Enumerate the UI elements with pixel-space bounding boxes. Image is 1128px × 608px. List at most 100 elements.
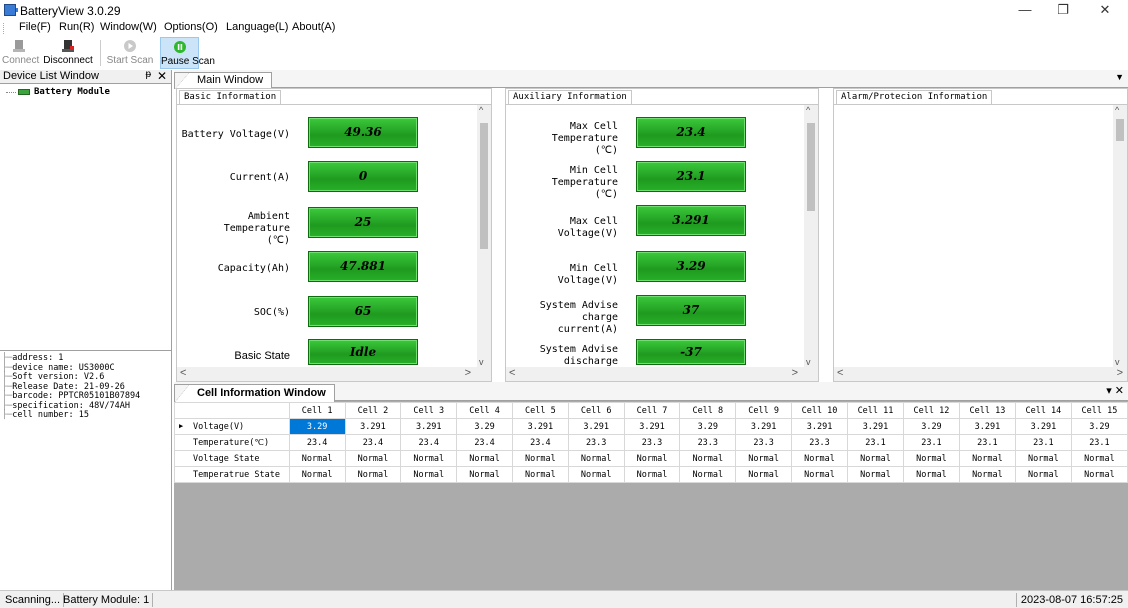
table-cell[interactable]: Normal (1014, 450, 1072, 467)
menu-window[interactable]: Window(W) (100, 21, 157, 33)
scroll-thumb[interactable] (1116, 119, 1124, 141)
table-cell[interactable]: 3.291 (567, 418, 625, 435)
table-row-temperature-state[interactable]: Temperatrue State Normal Normal Normal N… (174, 466, 1128, 483)
table-cell[interactable]: 23.3 (623, 434, 681, 451)
column-header[interactable]: Cell 1 (288, 402, 346, 419)
table-cell[interactable]: 23.3 (567, 434, 625, 451)
scroll-up-icon[interactable]: ^ (1115, 105, 1119, 115)
maximize-button[interactable]: ❐ (1046, 0, 1080, 20)
table-cell[interactable]: Normal (456, 450, 513, 467)
scroll-up-icon[interactable]: ^ (479, 105, 483, 115)
row-header[interactable]: Temperature(℃) (174, 434, 290, 451)
table-cell[interactable]: 23.3 (735, 434, 793, 451)
scroll-down-icon[interactable]: v (479, 357, 484, 367)
column-header[interactable]: Cell 3 (400, 402, 458, 419)
table-cell[interactable]: Normal (511, 450, 569, 467)
table-cell[interactable]: 3.291 (344, 418, 402, 435)
table-cell[interactable]: Normal (847, 450, 904, 467)
column-header[interactable]: Cell 15 (1070, 402, 1128, 419)
scroll-down-icon[interactable]: v (1115, 357, 1120, 367)
table-cell[interactable]: 3.291 (1014, 418, 1072, 435)
table-cell[interactable]: 23.4 (400, 434, 458, 451)
scroll-thumb[interactable] (807, 123, 815, 211)
table-cell[interactable]: Normal (623, 466, 681, 483)
table-cell[interactable]: Normal (1070, 466, 1128, 483)
table-cell[interactable]: Normal (288, 450, 346, 467)
table-cell[interactable]: 3.29 (456, 418, 513, 435)
table-cell[interactable]: Normal (400, 450, 458, 467)
menu-run[interactable]: Run(R) (59, 21, 94, 33)
scroll-left-icon[interactable]: < (509, 367, 515, 379)
table-cell[interactable]: Normal (456, 466, 513, 483)
table-cell[interactable]: Normal (344, 450, 402, 467)
menu-language[interactable]: Language(L) (226, 21, 288, 33)
table-cell[interactable]: Normal (791, 466, 848, 483)
pause-scan-button[interactable]: Pause Scan (160, 37, 215, 69)
table-cell[interactable]: 3.291 (400, 418, 458, 435)
column-header[interactable]: Cell 5 (511, 402, 569, 419)
tab-auxiliary-information[interactable]: Auxiliary Information (508, 90, 632, 104)
alarm-vscroll[interactable]: ^ v (1113, 105, 1127, 367)
scroll-down-icon[interactable]: v (806, 357, 811, 367)
row-header[interactable]: Voltage State (174, 450, 290, 467)
scroll-up-icon[interactable]: ^ (806, 105, 810, 115)
scroll-right-icon[interactable]: > (465, 367, 471, 379)
table-cell[interactable]: Normal (344, 466, 402, 483)
column-header[interactable]: Cell 6 (567, 402, 625, 419)
table-cell[interactable]: Normal (623, 450, 681, 467)
table-cell[interactable]: Normal (735, 450, 793, 467)
table-cell[interactable]: Normal (847, 466, 904, 483)
table-row-temperature[interactable]: Temperature(℃) 23.4 23.4 23.4 23.4 23.4 … (174, 434, 1128, 451)
table-cell[interactable]: 3.291 (958, 418, 1016, 435)
minimize-button[interactable]: — (1008, 0, 1042, 20)
table-cell[interactable]: 3.291 (623, 418, 681, 435)
scroll-left-icon[interactable]: < (837, 367, 843, 379)
table-cell[interactable]: 3.291 (847, 418, 904, 435)
tab-basic-information[interactable]: Basic Information (179, 90, 282, 104)
table-cell[interactable]: 23.4 (456, 434, 513, 451)
table-cell[interactable]: 23.4 (511, 434, 569, 451)
table-cell[interactable]: Normal (791, 450, 848, 467)
table-cell[interactable]: 23.4 (288, 434, 346, 451)
column-header[interactable]: Cell 11 (847, 402, 904, 419)
table-cell[interactable]: Normal (1014, 466, 1072, 483)
column-header[interactable]: Cell 4 (456, 402, 513, 419)
table-cell[interactable]: 23.3 (791, 434, 848, 451)
table-cell[interactable]: Normal (567, 466, 625, 483)
table-cell[interactable]: 23.1 (1014, 434, 1072, 451)
table-cell[interactable]: Normal (679, 466, 737, 483)
tab-cell-information-window[interactable]: Cell Information Window (174, 384, 335, 402)
table-cell[interactable]: Normal (1070, 450, 1128, 467)
table-cell[interactable]: Normal (679, 450, 737, 467)
table-cell[interactable]: Normal (902, 466, 960, 483)
table-cell[interactable]: 3.29 (288, 418, 346, 435)
table-cell[interactable]: Normal (567, 450, 625, 467)
scroll-thumb[interactable] (480, 123, 488, 249)
basic-info-hscroll[interactable]: < > (177, 367, 491, 381)
table-cell[interactable]: 3.291 (735, 418, 793, 435)
table-cell[interactable]: 23.1 (847, 434, 904, 451)
menu-file[interactable]: File(F) (19, 21, 51, 33)
column-header[interactable]: Cell 12 (902, 402, 960, 419)
column-header[interactable]: Cell 10 (791, 402, 848, 419)
column-header[interactable]: Cell 14 (1014, 402, 1072, 419)
table-cell[interactable]: 23.1 (902, 434, 960, 451)
table-cell[interactable]: 3.291 (791, 418, 848, 435)
column-header[interactable]: Cell 8 (679, 402, 737, 419)
scroll-left-icon[interactable]: < (180, 367, 186, 379)
connect-button[interactable]: Connect (2, 37, 39, 69)
tree-node-battery-module[interactable]: Battery Module (4, 86, 110, 98)
table-cell[interactable]: Normal (958, 466, 1016, 483)
basic-info-vscroll[interactable]: ^ v (477, 105, 491, 367)
table-cell[interactable]: Normal (735, 466, 793, 483)
aux-info-hscroll[interactable]: < > (506, 367, 818, 381)
disconnect-button[interactable]: Disconnect (38, 37, 98, 69)
scroll-right-icon[interactable]: > (1117, 367, 1123, 379)
cell-window-controls[interactable]: ▾ ✕ (1106, 384, 1124, 397)
menu-about[interactable]: About(A) (292, 21, 335, 33)
table-cell[interactable]: 23.4 (344, 434, 402, 451)
table-cell[interactable]: 3.29 (1070, 418, 1128, 435)
row-header[interactable]: Temperatrue State (174, 466, 290, 483)
table-cell[interactable]: 3.291 (511, 418, 569, 435)
start-scan-button[interactable]: Start Scan (102, 37, 158, 69)
